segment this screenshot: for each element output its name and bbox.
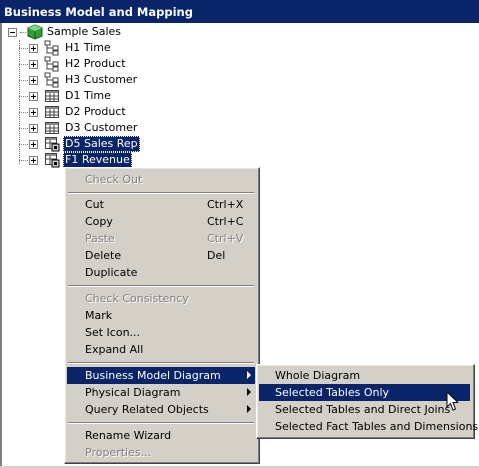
tree-node-label: H2 Product (65, 57, 126, 70)
tree-node-d2-product[interactable]: D2 Product (0, 104, 140, 120)
menu-item-properties: Properties... (85, 446, 152, 459)
table-icon (45, 90, 59, 102)
expand-toggle-icon[interactable] (29, 156, 38, 165)
tree-node-label: Sample Sales (47, 25, 122, 38)
expand-toggle-icon[interactable] (29, 76, 38, 85)
tree-node-label: D3 Customer (65, 121, 138, 134)
tree-node-label: H1 Time (65, 41, 111, 54)
menu-separator (68, 422, 254, 424)
table-icon (45, 122, 59, 134)
submenu-item-selected-tables-direct-joins[interactable]: Selected Tables and Direct Joins (259, 401, 470, 418)
tree-node-d1-time[interactable]: D1 Time (0, 88, 140, 104)
menu-item-mark[interactable]: Mark (67, 307, 255, 324)
submenu-arrow-icon (247, 371, 251, 379)
menu-separator (68, 362, 254, 364)
tree-node-label: D2 Product (65, 105, 126, 118)
menu-separator (68, 285, 254, 287)
hierarchy-icon (44, 56, 59, 72)
collapse-toggle-icon[interactable] (8, 28, 17, 37)
submenu-item-selected-fact-tables-dimensions[interactable]: Selected Fact Tables and Dimensions (259, 418, 478, 435)
menu-item-expand-all[interactable]: Expand All (67, 341, 255, 358)
mouse-pointer-icon (446, 391, 459, 411)
table-icon (45, 106, 59, 118)
hierarchy-icon (44, 72, 59, 88)
tree-node-d5-sales-rep[interactable]: D5 Sales Rep (0, 136, 140, 152)
tree-node-h3-customer[interactable]: H3 Customer (0, 72, 140, 88)
tree-node-h2-product[interactable]: H2 Product (0, 56, 140, 72)
submenu-item-selected-tables-only[interactable]: Selected Tables Only (259, 384, 470, 401)
tree-node-label: H3 Customer (65, 73, 138, 86)
menu-item-query-related-objects[interactable]: Query Related Objects (67, 401, 255, 418)
menu-item-check-out: Check Out (85, 173, 143, 186)
tree-node-label: D1 Time (65, 89, 111, 102)
menu-item-check-consistency: Check Consistency (85, 292, 189, 305)
tree-node-f1-revenue[interactable]: F1 Revenue (0, 152, 140, 168)
expand-toggle-icon[interactable] (29, 108, 38, 117)
context-menu: Check Out Cut Ctrl+X Copy Ctrl+C Paste C… (64, 167, 260, 464)
fact-table-icon (45, 153, 60, 168)
tree-node-sample-sales[interactable]: Sample Sales (0, 24, 140, 40)
tree-node-label: F1 Revenue (63, 152, 132, 168)
menu-item-set-icon[interactable]: Set Icon... (67, 324, 255, 341)
submenu-arrow-icon (247, 405, 251, 413)
menu-item-paste: Paste Ctrl+V (85, 232, 244, 245)
menu-separator (68, 192, 254, 194)
menu-item-copy[interactable]: Copy Ctrl+C (67, 213, 255, 230)
menu-item-physical-diagram[interactable]: Physical Diagram (67, 384, 255, 401)
business-model-diagram-submenu: Whole Diagram Selected Tables Only Selec… (256, 364, 478, 439)
tree-node-d3-customer[interactable]: D3 Customer (0, 120, 140, 136)
submenu-item-whole-diagram[interactable]: Whole Diagram (259, 367, 470, 384)
fact-table-icon (45, 137, 60, 152)
expand-toggle-icon[interactable] (29, 60, 38, 69)
menu-item-rename-wizard[interactable]: Rename Wizard (67, 427, 255, 444)
hierarchy-icon (44, 40, 59, 56)
menu-item-business-model-diagram[interactable]: Business Model Diagram (67, 367, 255, 384)
menu-item-duplicate[interactable]: Duplicate (67, 264, 255, 281)
expand-toggle-icon[interactable] (29, 124, 38, 133)
panel-title: Business Model and Mapping (0, 0, 479, 23)
cube-icon (27, 24, 43, 40)
tree-node-h1-time[interactable]: H1 Time (0, 40, 140, 56)
submenu-arrow-icon (247, 388, 251, 396)
expand-toggle-icon[interactable] (29, 140, 38, 149)
expand-toggle-icon[interactable] (29, 92, 38, 101)
expand-toggle-icon[interactable] (29, 44, 38, 53)
tree-node-label: D5 Sales Rep (63, 136, 140, 152)
menu-item-cut[interactable]: Cut Ctrl+X (67, 196, 255, 213)
menu-item-delete[interactable]: Delete Del (67, 247, 255, 264)
